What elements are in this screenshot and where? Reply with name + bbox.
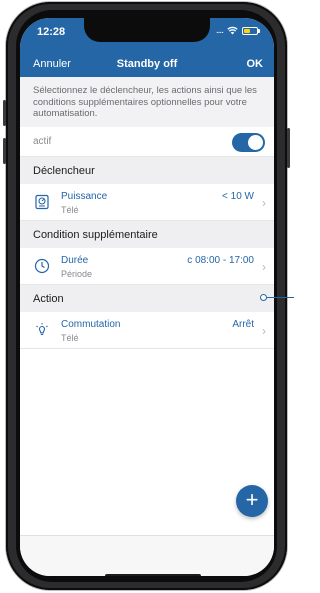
add-button[interactable]: +	[236, 485, 268, 517]
action-value: Arrêt	[232, 319, 254, 330]
trigger-subtitle: Télé	[61, 205, 79, 215]
condition-value-group: c 08:00 - 17:00	[187, 255, 254, 266]
wifi-icon	[227, 26, 238, 35]
active-row: actif	[20, 127, 274, 157]
toggle-knob	[248, 135, 263, 150]
notch	[84, 18, 210, 42]
action-title: Commutation	[61, 319, 121, 330]
section-action: Action	[20, 285, 274, 312]
section-trigger-label: Déclencheur	[33, 165, 95, 177]
section-action-label: Action	[33, 293, 64, 305]
callout-dot	[260, 294, 267, 301]
chevron-right-icon: ›	[262, 196, 266, 210]
home-indicator	[105, 574, 201, 576]
callout-line	[264, 297, 294, 298]
trigger-title: Puissance	[61, 191, 108, 202]
volume-button	[3, 100, 6, 126]
status-time: 12:28	[37, 26, 66, 38]
status-icons: ....	[216, 25, 260, 36]
signal-icon: ....	[215, 25, 224, 36]
active-toggle[interactable]	[232, 133, 265, 152]
condition-item[interactable]: Durée Période c 08:00 - 17:00 ›	[20, 248, 274, 285]
condition-value-prefix: c	[187, 255, 193, 266]
ok-button[interactable]: OK	[247, 58, 264, 70]
app-header: 12:28 .... Annuler Standby off OK	[20, 18, 274, 77]
battery-icon	[242, 26, 258, 35]
plus-icon: +	[245, 487, 259, 512]
volume-button	[3, 138, 6, 164]
description-text: Sélectionnez le déclencheur, les actions…	[20, 77, 274, 127]
lightbulb-icon	[36, 323, 48, 336]
chevron-right-icon: ›	[262, 260, 266, 274]
page-title: Standby off	[116, 58, 178, 70]
action-subtitle: Télé	[61, 333, 79, 343]
chevron-right-icon: ›	[262, 324, 266, 338]
trigger-item[interactable]: Puissance Télé < 10 W ›	[20, 184, 274, 221]
condition-subtitle: Période	[61, 269, 93, 279]
active-label: actif	[33, 136, 52, 147]
power-meter-icon	[35, 194, 49, 210]
section-condition: Condition supplémentaire	[20, 221, 274, 248]
power-button	[287, 128, 290, 168]
phone-screen: 12:28 .... Annuler Standby off OK Sélect…	[20, 18, 274, 576]
section-trigger: Déclencheur	[20, 157, 274, 184]
condition-title: Durée	[61, 255, 89, 266]
trigger-value: < 10 W	[222, 191, 254, 202]
condition-value: 08:00 - 17:00	[195, 255, 254, 266]
bottom-bar	[20, 535, 274, 576]
section-condition-label: Condition supplémentaire	[33, 229, 158, 241]
clock-icon	[34, 258, 50, 274]
action-item[interactable]: Commutation Télé Arrêt ›	[20, 312, 274, 349]
